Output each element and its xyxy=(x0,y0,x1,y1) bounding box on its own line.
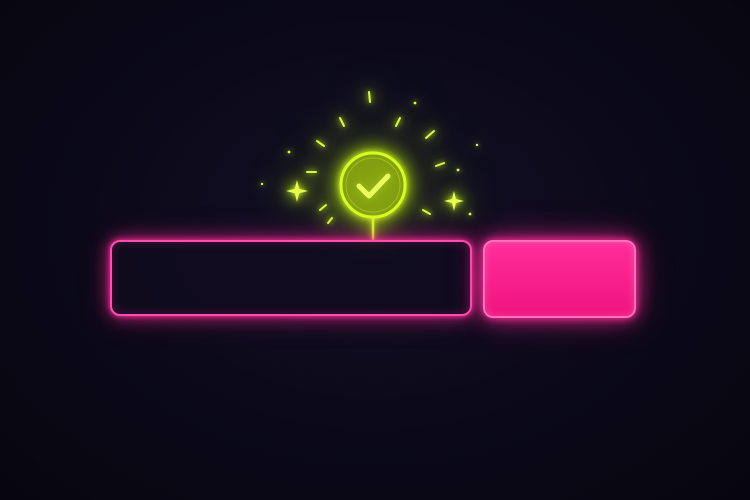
check-ring-inner xyxy=(345,157,401,213)
dot xyxy=(456,168,460,172)
text-input-field[interactable] xyxy=(110,240,472,316)
ray xyxy=(327,217,333,224)
check-mark xyxy=(356,173,391,199)
star-icon xyxy=(286,180,308,202)
ray xyxy=(422,209,431,215)
dot xyxy=(413,101,417,105)
neon-form-stage xyxy=(0,0,750,500)
ray xyxy=(319,204,327,211)
sparkle-rays xyxy=(306,91,445,224)
dot xyxy=(287,150,291,154)
sparkle-dots xyxy=(260,101,479,216)
dot xyxy=(468,212,472,216)
star-icon xyxy=(444,191,464,211)
dot xyxy=(475,143,479,147)
sparkle-stars xyxy=(286,180,464,211)
dot xyxy=(260,182,264,186)
check-ring xyxy=(339,151,407,219)
submit-button[interactable] xyxy=(483,240,636,318)
check-circle-icon xyxy=(339,151,407,242)
ray xyxy=(425,130,435,139)
ray xyxy=(368,91,371,103)
ray xyxy=(316,140,325,147)
ray xyxy=(339,117,345,127)
ray xyxy=(395,117,401,127)
ray xyxy=(435,162,445,167)
